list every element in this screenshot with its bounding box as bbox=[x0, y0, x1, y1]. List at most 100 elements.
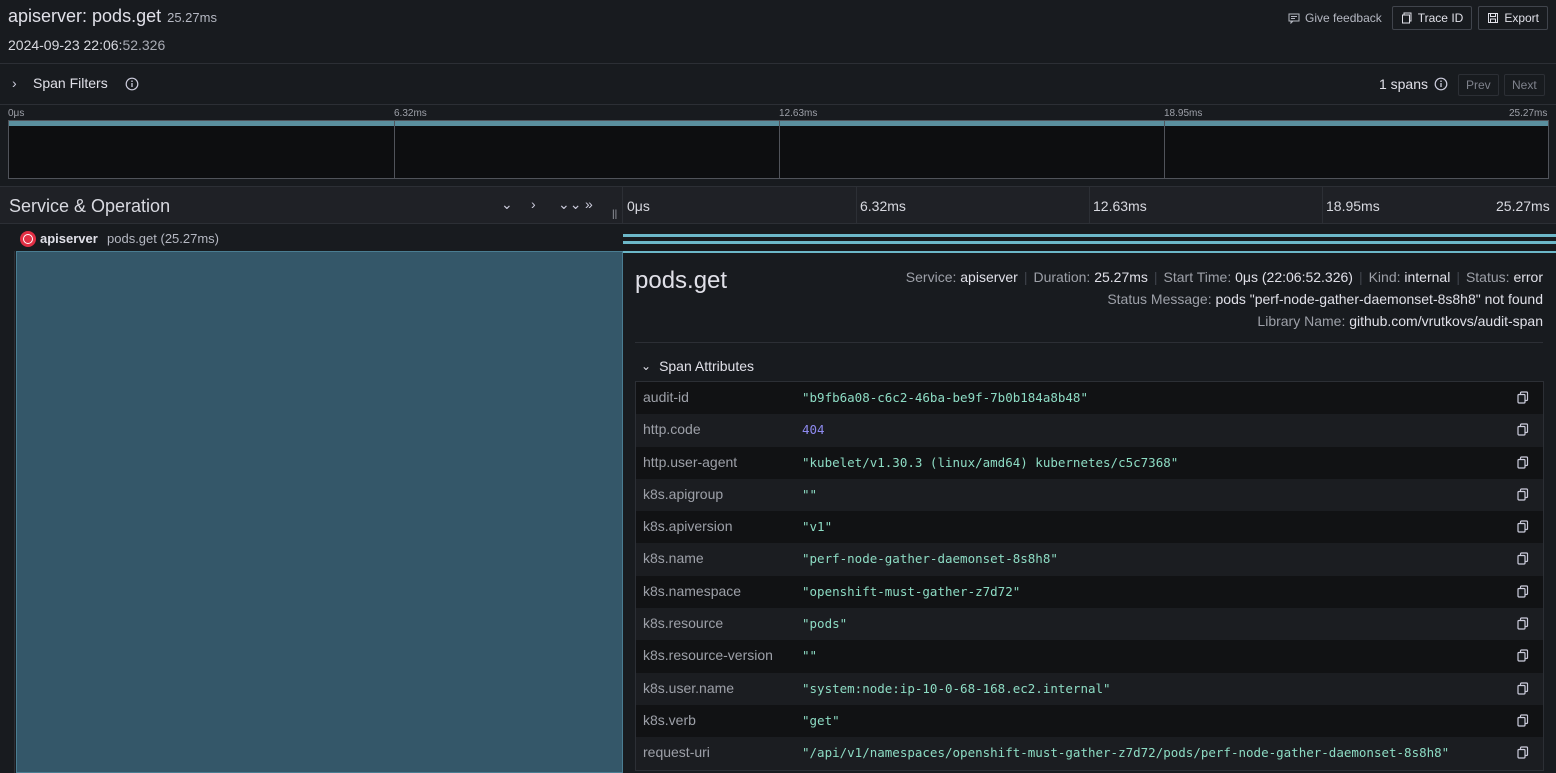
attribute-row: request-uri "/api/v1/namespaces/openshift… bbox=[636, 737, 1543, 770]
attribute-value: "get" bbox=[802, 712, 840, 728]
meta-kind-value: internal bbox=[1404, 269, 1451, 285]
minimap-tick-label: 25.27ms bbox=[1509, 108, 1548, 119]
timeline-tick-label: 25.27ms bbox=[1496, 198, 1550, 214]
info-icon[interactable] bbox=[1434, 77, 1448, 91]
attribute-row: k8s.user.name "system:node:ip-10-0-68-168… bbox=[636, 672, 1543, 705]
timeline-tick-label: 12.63ms bbox=[1093, 198, 1147, 214]
status-message-label: Status Message: bbox=[1107, 291, 1212, 307]
give-feedback-link[interactable]: Give feedback bbox=[1288, 11, 1382, 25]
attribute-row: k8s.verb "get" bbox=[636, 704, 1543, 738]
span-library-name: Library Name: github.com/vrutkovs/audit-… bbox=[1257, 313, 1543, 329]
info-icon[interactable] bbox=[125, 77, 139, 91]
prev-button[interactable]: Prev bbox=[1458, 74, 1499, 96]
copy-icon[interactable] bbox=[1517, 488, 1529, 501]
attribute-key: k8s.apigroup bbox=[643, 485, 724, 502]
copy-icon[interactable] bbox=[1517, 455, 1529, 469]
copy-icon[interactable] bbox=[1517, 746, 1529, 759]
timeline-gridline bbox=[1322, 187, 1323, 223]
trace-id-button[interactable]: Trace ID bbox=[1391, 6, 1473, 30]
span-count: 1 spans bbox=[1379, 76, 1448, 92]
span-attributes-title: Span Attributes bbox=[659, 358, 755, 374]
minimap-tick-label: 12.63ms bbox=[779, 108, 818, 119]
minimap-gridline bbox=[1164, 121, 1165, 178]
minimap-gridline bbox=[394, 121, 395, 178]
copy-icon[interactable] bbox=[1517, 520, 1529, 533]
timeline-gridline bbox=[1089, 187, 1090, 223]
divider bbox=[635, 342, 1543, 343]
meta-status-value: error bbox=[1513, 269, 1543, 285]
column-resizer-handle[interactable]: || bbox=[612, 209, 617, 220]
attribute-row: k8s.apiversion "v1" bbox=[636, 511, 1543, 544]
error-icon bbox=[20, 231, 36, 247]
span-meta-summary: Service: apiserver | Duration: 25.27ms | Sta… bbox=[905, 269, 1543, 285]
attribute-row: http.user-agent "kubelet/v1.30.3 (linux/a… bbox=[636, 446, 1543, 479]
span-count-text: 1 spans bbox=[1378, 76, 1428, 92]
attribute-key: k8s.resource-version bbox=[643, 647, 773, 664]
attribute-value: "" bbox=[802, 648, 818, 664]
span-row[interactable]: apiserver pods.get (25.27ms) bbox=[0, 225, 1556, 251]
copy-icon[interactable] bbox=[1517, 552, 1529, 566]
meta-duration-label: Duration: bbox=[1033, 269, 1091, 285]
attribute-row: audit-id "b9fb6a08-c6c2-46ba-be9f-7b0b184… bbox=[636, 382, 1543, 415]
expand-all-icon[interactable]: » bbox=[585, 196, 593, 212]
span-attributes-table: audit-id "b9fb6a08-c6c2-46ba-be9f-7b0b184… bbox=[635, 381, 1544, 771]
meta-kind-label: Kind: bbox=[1368, 269, 1401, 285]
attribute-value: "v1" bbox=[802, 519, 833, 535]
tree-guide-line bbox=[14, 251, 15, 773]
next-button[interactable]: Next bbox=[1504, 74, 1545, 96]
chevron-down-icon: ⌄ bbox=[641, 359, 652, 373]
trace-id-label: Trace ID bbox=[1417, 11, 1464, 25]
timeline-tick-label: 0μs bbox=[627, 198, 650, 214]
span-filters-toggle[interactable]: Span Filters bbox=[33, 75, 108, 91]
export-label: Export bbox=[1504, 11, 1539, 25]
copy-icon[interactable] bbox=[1517, 617, 1529, 630]
save-icon bbox=[1488, 13, 1499, 23]
span-detail-title: pods.get bbox=[635, 267, 728, 294]
column-divider bbox=[622, 187, 623, 223]
export-button[interactable]: Export bbox=[1478, 6, 1548, 30]
meta-status-label: Status: bbox=[1465, 269, 1510, 285]
collapse-one-icon[interactable]: ⌄ bbox=[501, 196, 513, 213]
attribute-row: k8s.resource-version "" bbox=[636, 640, 1543, 673]
minimap-tick-label: 6.32ms bbox=[394, 108, 427, 119]
trace-header: apiserver: pods.get 25.27ms 2024-09-23 22… bbox=[0, 0, 1556, 64]
attribute-key: k8s.namespace bbox=[643, 582, 742, 599]
attribute-value: 404 bbox=[802, 422, 825, 438]
span-detail-row-fill bbox=[16, 251, 623, 773]
span-detail-panel: pods.get Service: apiserver | Duration: 25… bbox=[623, 251, 1556, 773]
trace-duration: 25.27ms bbox=[167, 10, 217, 25]
minimap-gridline bbox=[779, 121, 780, 178]
attribute-row: k8s.name "perf-node-gather-daemonset-8s8h… bbox=[636, 543, 1543, 576]
trace-minimap[interactable] bbox=[8, 120, 1549, 179]
span-operation-name: pods.get (25.27ms) bbox=[107, 231, 220, 246]
attribute-value: "" bbox=[802, 486, 818, 502]
trace-start-date: 2024-09-23 22:06:52.326 bbox=[8, 37, 165, 53]
copy-icon[interactable] bbox=[1517, 714, 1529, 727]
attribute-key: k8s.resource bbox=[643, 615, 724, 632]
copy-icon[interactable] bbox=[1517, 423, 1529, 436]
copy-icon[interactable] bbox=[1517, 391, 1529, 404]
meta-start-value: 0μs (22:06:52.326) bbox=[1235, 269, 1353, 285]
attribute-row: k8s.resource "pods" bbox=[636, 608, 1543, 641]
status-message-value: pods "perf-node-gather-daemonset-8s8h8" … bbox=[1215, 291, 1544, 307]
collapse-all-icon[interactable]: ⌄⌄ bbox=[558, 196, 581, 213]
copy-icon[interactable] bbox=[1517, 585, 1529, 598]
copy-icon[interactable] bbox=[1517, 682, 1529, 695]
attribute-row: k8s.apigroup "" bbox=[636, 478, 1543, 512]
span-duration-bar[interactable] bbox=[623, 234, 1556, 244]
minimap-tick-label: 18.95ms bbox=[1164, 108, 1203, 119]
span-attributes-toggle[interactable]: ⌄ Span Attributes bbox=[641, 358, 754, 374]
expand-one-icon[interactable]: › bbox=[531, 196, 536, 212]
meta-duration-value: 25.27ms bbox=[1094, 269, 1148, 285]
trace-date-seconds: 52.326 bbox=[122, 37, 166, 53]
attribute-key: k8s.user.name bbox=[643, 679, 735, 696]
attribute-value: "openshift-must-gather-z7d72" bbox=[802, 583, 1021, 599]
copy-icon[interactable] bbox=[1517, 649, 1529, 662]
span-status-message: Status Message: pods "perf-node-gather-d… bbox=[1107, 291, 1543, 307]
timeline-header: Service & Operation ⌄ › ⌄⌄ » || 0μs 6.32… bbox=[0, 186, 1556, 224]
meta-service-value: apiserver bbox=[960, 269, 1018, 285]
attribute-key: http.user-agent bbox=[643, 453, 738, 470]
attribute-value: "system:node:ip-10-0-68-168.ec2.internal… bbox=[802, 680, 1111, 696]
give-feedback-label: Give feedback bbox=[1305, 11, 1382, 25]
chevron-right-icon[interactable]: › bbox=[12, 75, 17, 91]
